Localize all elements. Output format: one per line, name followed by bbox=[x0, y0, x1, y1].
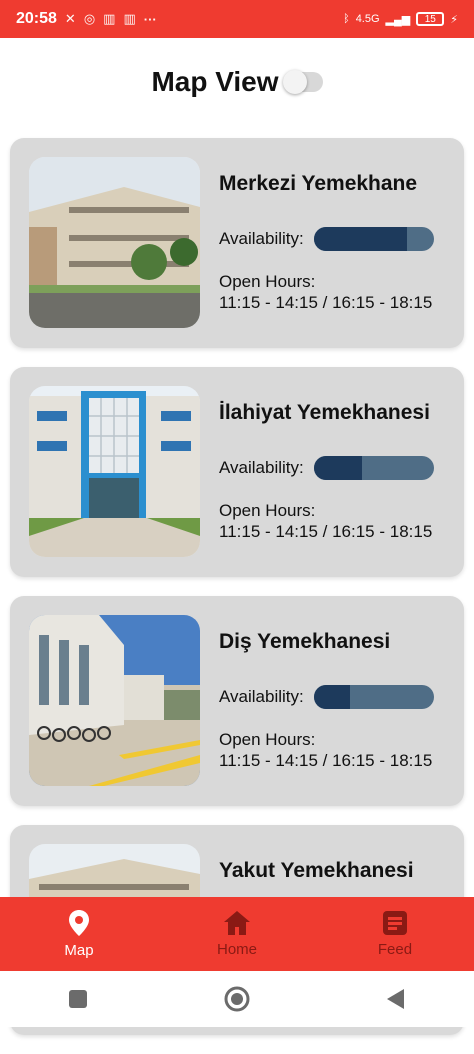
availability-label: Availability: bbox=[219, 458, 304, 477]
bluetooth-icon: ᛒ bbox=[343, 13, 350, 25]
status-bar: 20:58 ✕ ◎ ▥ ▥ ··· ᛒ 4.5G ▂▄▆ 15 ⚡ bbox=[0, 0, 474, 38]
bottom-navigation: Map Home Feed bbox=[0, 897, 474, 971]
network-type: 4.5G bbox=[355, 13, 380, 25]
cafeteria-name: Yakut Yemekhanesi bbox=[219, 859, 414, 882]
map-pin-icon bbox=[69, 909, 89, 936]
battery-icon: 15 bbox=[416, 12, 445, 26]
availability-label: Availability: bbox=[219, 687, 304, 706]
open-hours: Open Hours: 11:15 - 14:15 / 16:15 - 18:1… bbox=[219, 729, 432, 771]
availability-bar bbox=[313, 456, 434, 480]
map-view-toggle[interactable] bbox=[282, 70, 323, 94]
system-navigation-bar bbox=[0, 971, 474, 1027]
cafeteria-photo bbox=[29, 386, 200, 557]
cafeteria-name: Diş Yemekhanesi bbox=[219, 630, 391, 653]
availability-fill bbox=[313, 456, 362, 480]
open-hours-value: 11:15 - 14:15 / 16:15 - 18:15 bbox=[219, 522, 433, 541]
availability-row: Availability: bbox=[219, 456, 434, 480]
open-hours-value: 11:15 - 14:15 / 16:15 - 18:15 bbox=[219, 293, 433, 312]
nav-label-feed: Feed bbox=[377, 940, 413, 958]
back-icon[interactable] bbox=[386, 988, 406, 1010]
open-hours-label: Open Hours: bbox=[219, 730, 316, 749]
open-hours: Open Hours: 11:15 - 14:15 / 16:15 - 18:1… bbox=[219, 271, 432, 313]
status-time: 20:58 bbox=[16, 10, 57, 27]
open-hours-label: Open Hours: bbox=[219, 501, 316, 520]
status-left: 20:58 ✕ ◎ ▥ ▥ ··· bbox=[16, 10, 157, 28]
open-hours-value: 11:15 - 14:15 / 16:15 - 18:15 bbox=[219, 751, 433, 770]
nav-label-home: Home bbox=[216, 940, 257, 958]
availability-fill bbox=[313, 685, 350, 709]
cafeteria-card[interactable]: Merkezi Yemekhane Availability: Open Hou… bbox=[10, 138, 464, 348]
trash-icon: ▥ bbox=[123, 11, 136, 26]
signal-icon: ▂▄▆ bbox=[385, 13, 411, 26]
whatsapp-icon: ◎ bbox=[83, 11, 96, 26]
availability-row: Availability: bbox=[219, 227, 434, 251]
status-right: ᛒ 4.5G ▂▄▆ 15 ⚡ bbox=[343, 12, 458, 26]
cafeteria-photo bbox=[29, 157, 200, 328]
open-hours: Open Hours: 11:15 - 14:15 / 16:15 - 18:1… bbox=[219, 500, 432, 542]
cafeteria-name: İlahiyat Yemekhanesi bbox=[219, 401, 430, 424]
availability-bar bbox=[313, 685, 434, 709]
nav-item-feed[interactable]: Feed bbox=[335, 910, 455, 958]
feed-icon bbox=[383, 910, 407, 935]
open-hours-label: Open Hours: bbox=[219, 272, 316, 291]
cafeteria-card[interactable]: Diş Yemekhanesi Availability: Open Hours… bbox=[10, 596, 464, 806]
page-header: Map View bbox=[0, 62, 474, 102]
nav-item-home[interactable]: Home bbox=[177, 910, 297, 958]
cafeteria-photo bbox=[29, 615, 200, 786]
availability-row: Availability: bbox=[219, 685, 434, 709]
cafeteria-name: Merkezi Yemekhane bbox=[219, 172, 418, 195]
recent-apps-icon[interactable] bbox=[68, 989, 88, 1009]
battery-level: 15 bbox=[424, 13, 436, 25]
trash-icon: ▥ bbox=[103, 11, 116, 26]
nav-item-map[interactable]: Map bbox=[19, 909, 139, 959]
home-circle-icon[interactable] bbox=[224, 986, 250, 1012]
charging-icon: ⚡ bbox=[450, 13, 458, 26]
nav-label-map: Map bbox=[64, 941, 94, 959]
page-title: Map View bbox=[151, 66, 279, 97]
availability-label: Availability: bbox=[219, 229, 304, 248]
more-notifications-icon: ··· bbox=[143, 11, 157, 27]
availability-fill bbox=[313, 227, 408, 251]
cafeteria-card[interactable]: İlahiyat Yemekhanesi Availability: Open … bbox=[10, 367, 464, 577]
availability-bar bbox=[313, 227, 434, 251]
mute-icon: ✕ bbox=[64, 11, 76, 26]
home-icon bbox=[224, 910, 250, 935]
